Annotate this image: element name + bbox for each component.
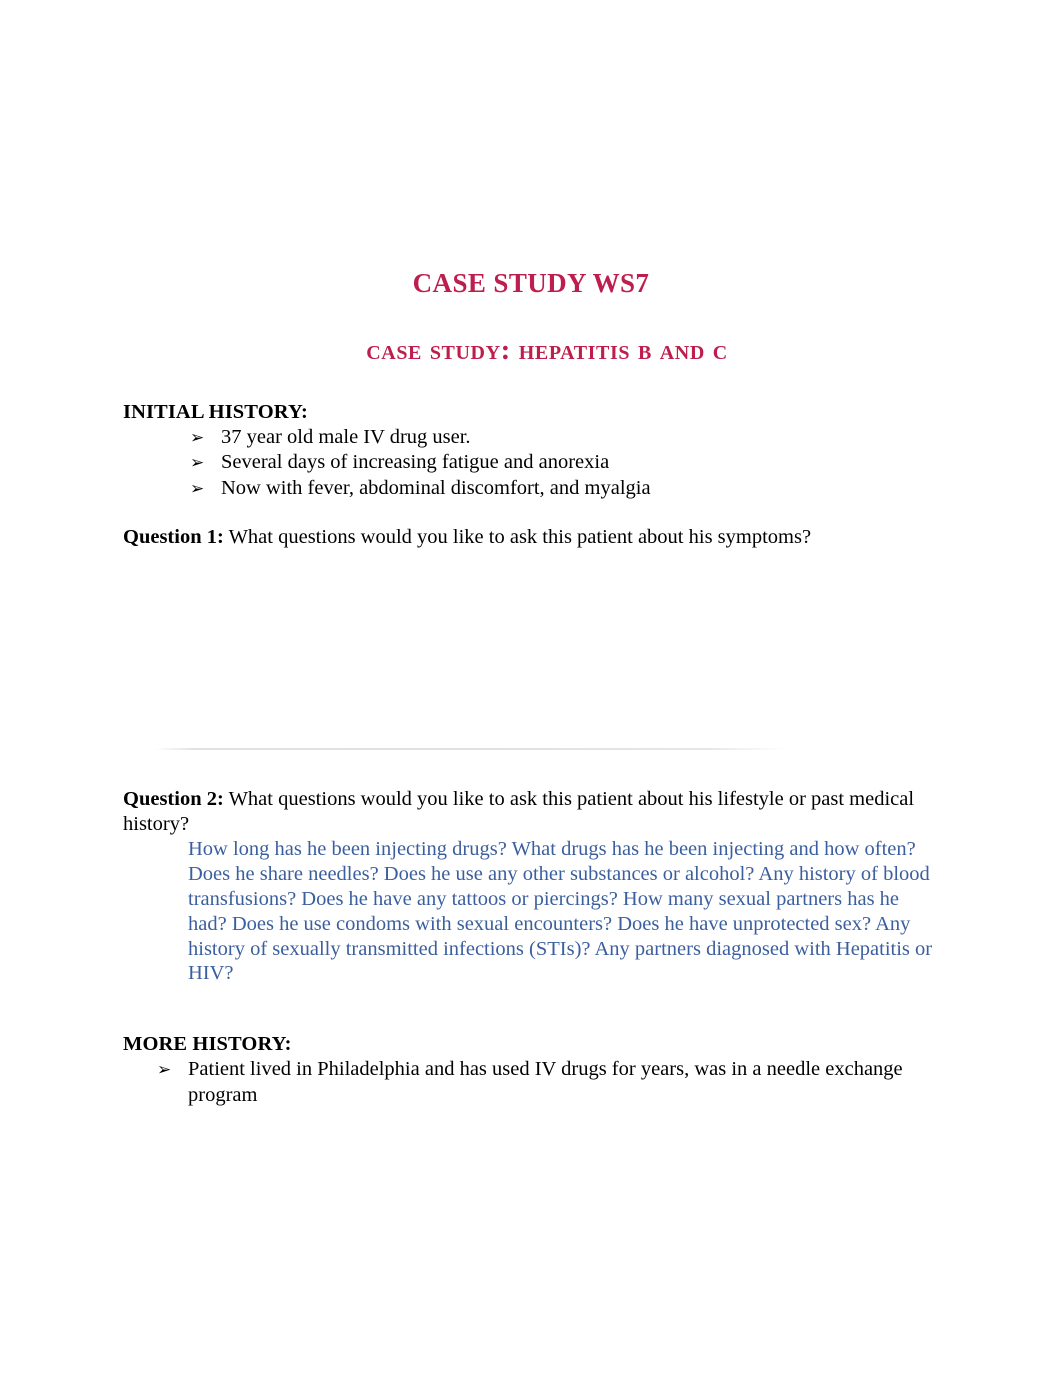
list-item-label: Patient lived in Philadelphia and has us…: [188, 1058, 903, 1106]
list-item: ➢ Several days of increasing fatigue and…: [190, 450, 941, 475]
list-item: ➢ Now with fever, abdominal discomfort, …: [190, 476, 941, 501]
arrow-bullet-icon: ➢: [190, 453, 205, 473]
list-item-label: 37 year old male IV drug user.: [221, 426, 471, 448]
arrow-bullet-icon: ➢: [190, 428, 205, 447]
heading-initial-history: INITIAL HISTORY:: [123, 401, 308, 423]
question-2-label: Question 2:: [123, 787, 224, 810]
document-body: INITIAL HISTORY: ➢ 37 year old male IV d…: [123, 400, 941, 1108]
initial-history-list: ➢ 37 year old male IV drug user. ➢ Sever…: [123, 425, 941, 501]
more-history-list: ➢ Patient lived in Philadelphia and has …: [123, 1057, 941, 1108]
question-1-label: Question 1:: [123, 526, 224, 549]
list-item: ➢ Patient lived in Philadelphia and has …: [157, 1057, 941, 1108]
answer-space-q1[interactable]: [123, 551, 941, 751]
list-item: ➢ 37 year old male IV drug user.: [190, 425, 941, 450]
question-2: Question 2: What questions would you lik…: [123, 787, 941, 838]
page-title: CASE STUDY WS7: [412, 268, 650, 298]
document-page: CASE STUDY WS7 Case Study: Hepatitis b a…: [0, 0, 1062, 1377]
title-block: CASE STUDY WS7 Case Study: Hepatitis b a…: [0, 268, 1062, 367]
question-1: Question 1: What questions would you lik…: [123, 525, 941, 550]
list-item-label: Now with fever, abdominal discomfort, an…: [221, 476, 651, 499]
page-subtitle: Case Study: Hepatitis b and C: [366, 334, 728, 367]
arrow-bullet-icon: ➢: [190, 478, 205, 498]
question-2-answer[interactable]: How long has he been injecting drugs? Wh…: [123, 837, 941, 986]
list-item-label: Several days of increasing fatigue and a…: [221, 451, 610, 474]
arrow-bullet-icon: ➢: [157, 1060, 172, 1080]
question-1-text: What questions would you like to ask thi…: [228, 526, 812, 549]
question-2-text: What questions would you like to ask thi…: [123, 787, 915, 836]
heading-more-history: MORE HISTORY:: [123, 1033, 292, 1056]
